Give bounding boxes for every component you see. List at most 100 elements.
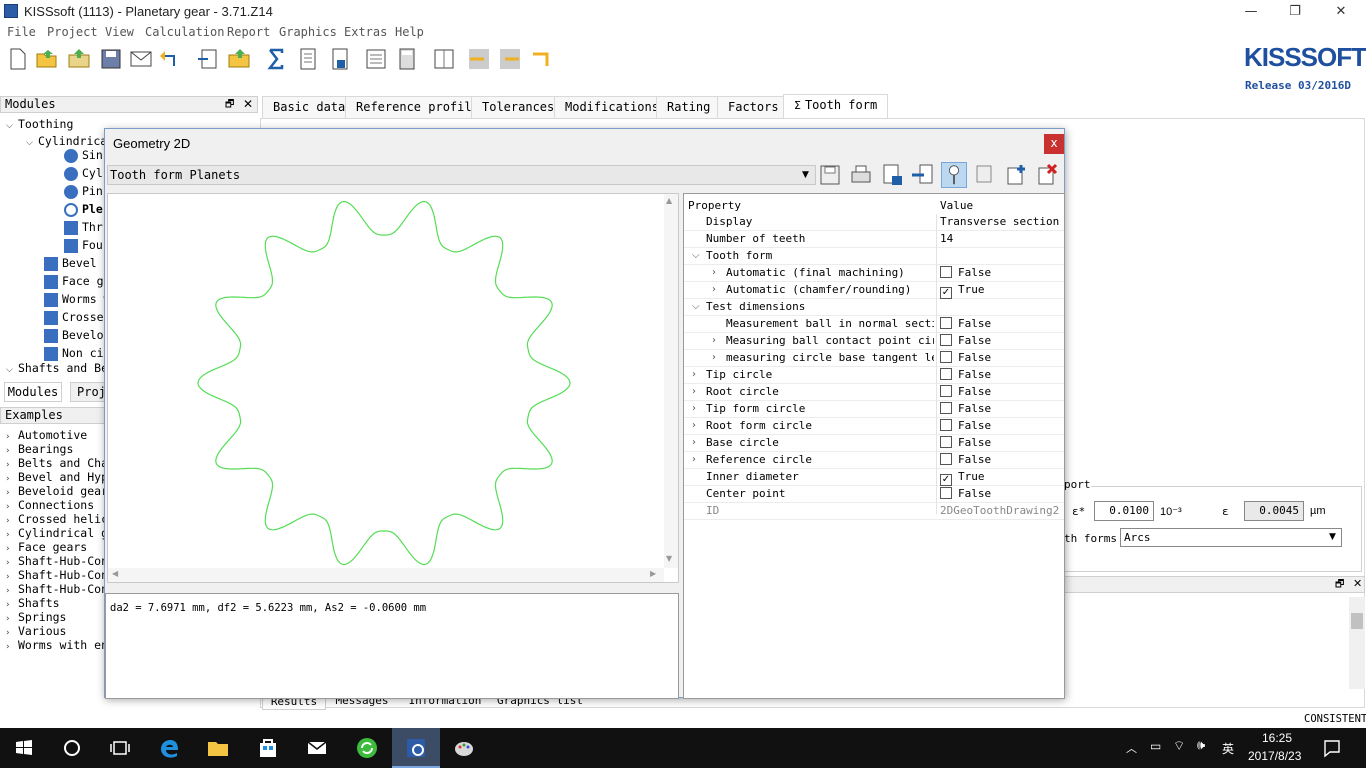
print-icon[interactable] [848,162,874,188]
properties-icon[interactable] [972,162,998,188]
property-value[interactable]: Transverse section [940,214,1059,230]
property-value[interactable]: False [940,333,991,349]
tree-item-cylindrical-pair[interactable]: Cyl [64,164,103,182]
scroll-right-icon[interactable]: ▶ [650,569,656,578]
menu-help[interactable]: Help [395,25,424,39]
checkbox[interactable] [940,453,952,465]
add-element-icon[interactable] [1003,162,1029,188]
tree-item-face-gear[interactable]: Face ge [44,272,110,290]
import-icon[interactable] [196,46,222,72]
menu-calculation[interactable]: Calculation [145,25,224,39]
windows-start-icon[interactable] [12,736,36,760]
property-value[interactable]: 14 [940,231,953,247]
file-explorer-icon[interactable] [206,736,230,760]
tree-item-pinion-rack[interactable]: Pin [64,182,103,200]
tree-item-three-gear[interactable]: Thr [64,218,103,236]
float-results-icon[interactable]: 🗗 [1335,577,1344,594]
scroll-down-icon[interactable]: ▼ [666,554,672,563]
property-row[interactable]: › Root form circle False [684,418,1064,435]
tree-item-bevel[interactable]: Bevel a [44,254,110,272]
collapsed-chevron-icon[interactable]: › [692,384,696,400]
notification-center-icon[interactable] [1322,738,1342,758]
checkbox[interactable] [940,368,952,380]
property-value[interactable]: False [940,350,991,366]
calculator-icon[interactable] [394,46,420,72]
input-language[interactable]: 英 [1222,740,1234,757]
clock-time[interactable]: 16:25 [1262,731,1292,745]
property-value[interactable]: False [940,316,991,332]
battery-icon[interactable]: ▭ [1150,739,1161,753]
export-arrow-icon[interactable] [910,162,936,188]
tree-item-planetary[interactable]: Ple [64,200,103,218]
tab-tolerances[interactable]: Tolerances [471,96,566,118]
delete-element-icon[interactable] [1034,162,1060,188]
checkbox[interactable]: ✓ [940,474,952,486]
edge-browser-icon[interactable] [158,736,182,760]
scroll-left-icon[interactable]: ◀ [112,569,118,578]
report-view-icon[interactable] [327,46,353,72]
scroll-thumb[interactable] [1351,613,1363,629]
tray-chevron-icon[interactable]: ︿ [1126,740,1137,756]
property-value[interactable]: False [940,401,991,417]
collapsed-chevron-icon[interactable]: › [712,282,716,298]
export-folder-icon[interactable] [226,46,252,72]
tree-item-worms[interactable]: Worms w [44,290,110,308]
probe-icon[interactable] [941,162,967,188]
store-icon[interactable] [256,736,280,760]
collapsed-chevron-icon[interactable]: › [712,350,716,366]
new-file-icon[interactable] [4,46,30,72]
menu-project[interactable]: Project [47,25,98,39]
property-row[interactable]: Number of teeth 14 [684,231,1064,248]
kisssoft-taskbar-button[interactable] [392,728,440,768]
compare-icon[interactable] [466,46,492,72]
property-row[interactable]: Center point False [684,486,1064,503]
undo-icon[interactable] [158,46,184,72]
tab-reference-profile[interactable]: Reference profile [345,96,490,118]
open-example-icon[interactable] [66,46,92,72]
tooth-forms-select[interactable]: Arcs ▼ [1120,528,1342,547]
report-icon[interactable] [295,46,321,72]
transfer-icon[interactable] [528,46,554,72]
restore-button[interactable]: ❐ [1272,2,1318,22]
tree-item-single-gear[interactable]: Sin [64,146,103,164]
checkbox[interactable] [940,487,952,499]
close-window-button[interactable]: ✕ [1318,2,1364,22]
checkbox[interactable] [940,334,952,346]
canvas-horizontal-scrollbar[interactable]: ◀ ▶ [108,568,664,582]
property-row[interactable]: › Tip form circle False [684,401,1064,418]
property-value[interactable]: False [940,384,991,400]
tab-factors[interactable]: Factors [717,96,790,118]
send-mail-icon[interactable] [128,46,154,72]
collapsed-chevron-icon[interactable]: › [692,452,696,468]
export-dxf-icon[interactable] [879,162,905,188]
checkbox[interactable] [940,385,952,397]
checkbox[interactable] [940,436,952,448]
property-row[interactable]: Inner diameter ✓ True [684,469,1064,486]
property-row[interactable]: › Automatic (final machining) False [684,265,1064,282]
tab-rating[interactable]: Rating [656,96,722,118]
checkbox[interactable] [940,266,952,278]
checkbox[interactable]: ✓ [940,287,952,299]
property-row[interactable]: › Automatic (chamfer/rounding) ✓ True [684,282,1064,299]
close-panel-icon[interactable]: ✕ [243,97,253,112]
property-value[interactable]: False [940,418,991,434]
collapsed-chevron-icon[interactable]: › [692,401,696,417]
collapsed-chevron-icon[interactable]: › [692,367,696,383]
save-icon[interactable] [98,46,124,72]
checkbox[interactable] [940,402,952,414]
clock-date[interactable]: 2017/8/23 [1248,749,1301,763]
tab-modifications[interactable]: Modifications [554,96,670,118]
property-value[interactable]: False [940,435,991,451]
calculate-sum-icon[interactable] [263,46,289,72]
property-row[interactable]: Measurement ball in normal section False [684,316,1064,333]
menu-graphics[interactable]: Graphics [279,25,337,39]
property-row[interactable]: › Tip circle False [684,367,1064,384]
canvas-vertical-scrollbar[interactable]: ▲ ▼ [664,194,678,568]
checkbox[interactable] [940,317,952,329]
expand-chevron-icon[interactable]: ⌵ [692,248,700,264]
property-value[interactable]: False [940,486,991,502]
tab-basic-data[interactable]: Basic data [262,96,357,118]
refresh-app-icon[interactable] [355,736,379,760]
property-row[interactable]: › measuring circle base tangent le… False [684,350,1064,367]
info-sheet-icon[interactable] [431,46,457,72]
